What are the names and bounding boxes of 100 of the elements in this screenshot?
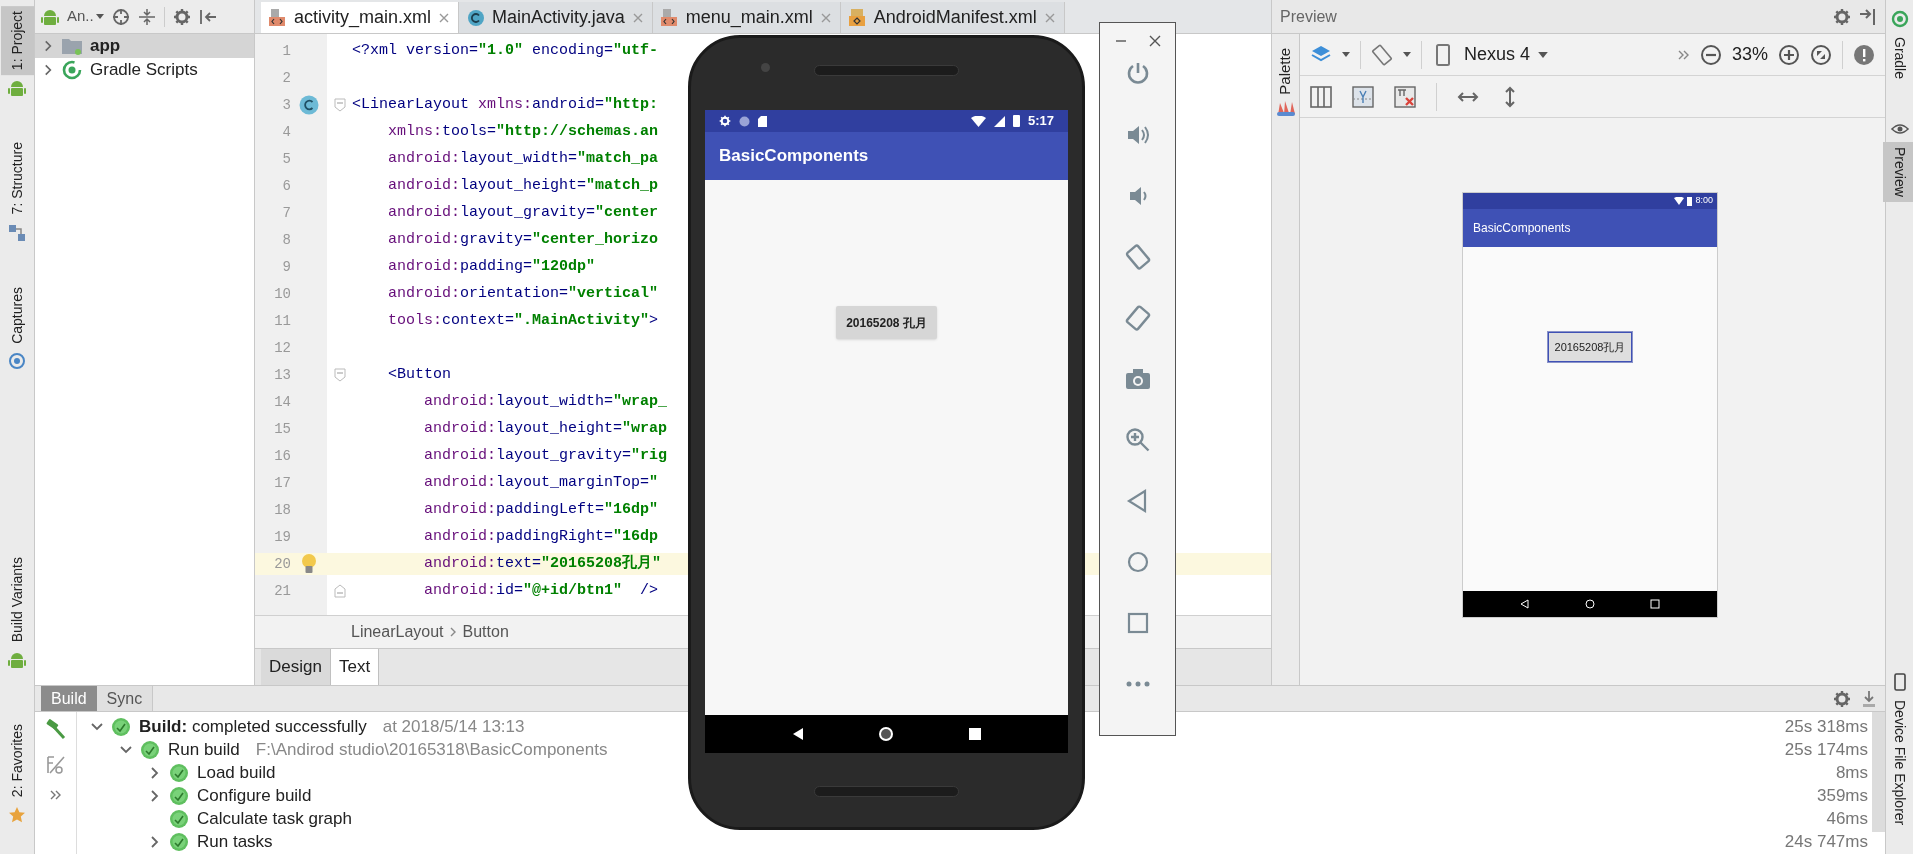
chevron-icon[interactable] bbox=[149, 835, 161, 848]
breadcrumb-item[interactable]: LinearLayout bbox=[351, 620, 444, 644]
editor-tab[interactable]: MainActivity.java bbox=[459, 2, 653, 33]
breadcrumb-item[interactable]: Button bbox=[462, 620, 509, 644]
sd-card-icon bbox=[758, 115, 767, 127]
panel-tab[interactable]: Sync bbox=[96, 686, 154, 711]
clear-constraints-icon[interactable] bbox=[1394, 85, 1416, 108]
overflow-icon[interactable] bbox=[1677, 49, 1690, 60]
tool-window-tab[interactable]: 1: Project bbox=[0, 6, 34, 76]
editor-tab[interactable]: activity_main.xml bbox=[261, 2, 460, 33]
tool-window-tab[interactable]: Build Variants bbox=[0, 551, 34, 647]
tool-window-tab[interactable]: 2: Favorites bbox=[0, 718, 34, 802]
zoom-in-icon[interactable] bbox=[1778, 43, 1800, 66]
expand-icon[interactable] bbox=[49, 790, 62, 800]
tree-item[interactable]: Gradle Scripts bbox=[90, 57, 198, 83]
rotate-left-icon[interactable] bbox=[1124, 244, 1151, 270]
chevron-icon[interactable] bbox=[43, 40, 54, 52]
close-icon[interactable] bbox=[438, 11, 451, 24]
tree-item[interactable]: app bbox=[90, 33, 121, 59]
chevron-icon[interactable] bbox=[149, 789, 161, 802]
recents-icon[interactable] bbox=[968, 728, 981, 740]
build-step-detail: F:\Andirod studio\20165318\BasicComponents bbox=[255, 738, 608, 761]
hide-panel-icon[interactable] bbox=[1859, 7, 1877, 26]
ok-icon bbox=[169, 808, 189, 829]
code-line: tools:context=".MainActivity"> bbox=[387, 310, 659, 331]
duration: 46ms bbox=[1826, 807, 1868, 830]
chevron-icon bbox=[449, 627, 457, 637]
format-icon[interactable] bbox=[44, 754, 67, 776]
back-icon bbox=[1520, 599, 1531, 609]
line-number: 13 bbox=[274, 365, 291, 385]
dropdown-icon[interactable] bbox=[1342, 52, 1350, 57]
file-icon bbox=[848, 8, 867, 27]
selected-row[interactable]: app bbox=[35, 34, 254, 58]
tool-window-tab[interactable]: Gradle bbox=[1883, 32, 1913, 85]
file-icon bbox=[660, 8, 679, 27]
code-line: android:padding="120dp" bbox=[387, 256, 596, 277]
editor-mode-tab[interactable]: Text bbox=[330, 649, 380, 685]
warning-icon[interactable] bbox=[1853, 43, 1875, 66]
back-icon[interactable] bbox=[792, 727, 805, 741]
tool-icon bbox=[8, 352, 26, 371]
app-button[interactable]: 20165208 孔月 bbox=[836, 306, 937, 339]
home-icon[interactable] bbox=[878, 726, 895, 742]
battery-icon bbox=[1687, 196, 1693, 206]
device-dropdown[interactable]: Nexus 4 bbox=[1464, 41, 1549, 68]
tool-window-tab[interactable]: Palette bbox=[1274, 48, 1297, 95]
editor-mode-tab[interactable]: Design bbox=[261, 649, 331, 685]
tool-icon bbox=[8, 79, 26, 98]
collapse-icon[interactable] bbox=[137, 7, 156, 26]
status-time: 5:17 bbox=[1027, 112, 1054, 131]
tool-window-tab[interactable]: Device File Explorer bbox=[1883, 694, 1913, 830]
build-step-detail: at 2018/5/14 13:13 bbox=[382, 715, 525, 738]
close-icon[interactable] bbox=[1148, 35, 1161, 47]
caret-icon bbox=[95, 14, 104, 19]
class-icon[interactable] bbox=[299, 95, 319, 115]
line-number: 5 bbox=[282, 149, 291, 169]
chevron-icon[interactable] bbox=[43, 64, 54, 76]
baseline-icon[interactable] bbox=[1352, 85, 1374, 108]
settings-icon[interactable] bbox=[172, 7, 191, 26]
code-line: android:layout_gravity="center bbox=[387, 202, 659, 223]
hammer-icon[interactable] bbox=[44, 718, 67, 740]
zoom-icon[interactable] bbox=[1124, 427, 1151, 453]
chevron-icon[interactable] bbox=[120, 743, 132, 756]
duration: 24s 747ms bbox=[1784, 830, 1868, 853]
line-number: 3 bbox=[282, 95, 291, 115]
line-number: 20 bbox=[274, 554, 291, 574]
editor-tab[interactable]: menu_main.xml bbox=[652, 2, 841, 33]
chevron-icon[interactable] bbox=[91, 720, 103, 733]
zoom-out-icon[interactable] bbox=[1699, 43, 1722, 66]
gradle-icon bbox=[1890, 10, 1909, 28]
code-line: android:id="@+id/btn1" /> bbox=[423, 580, 659, 601]
line-number: 18 bbox=[274, 500, 291, 520]
rotate-right-icon[interactable] bbox=[1124, 305, 1151, 331]
tool-window-tab[interactable]: Preview bbox=[1883, 142, 1913, 202]
hide-panel-icon[interactable] bbox=[198, 7, 217, 26]
dropdown-icon[interactable] bbox=[1403, 52, 1411, 57]
target-icon[interactable] bbox=[111, 7, 130, 26]
file-icon bbox=[269, 8, 287, 27]
editor-tab[interactable]: AndroidManifest.xml bbox=[840, 2, 1065, 33]
button-preview[interactable]: 20165208孔月 bbox=[1547, 332, 1633, 362]
line-number: 21 bbox=[274, 581, 291, 601]
columns-icon[interactable] bbox=[1310, 85, 1332, 108]
code-line: android:layout_height="match_p bbox=[387, 175, 659, 196]
rotate-icon[interactable] bbox=[1371, 43, 1393, 66]
ok-icon bbox=[169, 785, 189, 806]
tool-window-tab[interactable]: 7: Structure bbox=[0, 137, 34, 220]
download-icon[interactable] bbox=[1861, 689, 1877, 708]
zoom-fit-icon[interactable] bbox=[1810, 43, 1832, 66]
code-line: android:layout_marginTop=" bbox=[423, 472, 659, 493]
settings-icon[interactable] bbox=[1833, 689, 1851, 708]
dot-icon bbox=[739, 115, 750, 127]
tool-window-tab[interactable]: Captures bbox=[0, 281, 34, 349]
view-dropdown[interactable]: An.. bbox=[67, 5, 104, 28]
scrollbar[interactable] bbox=[1872, 712, 1885, 832]
duration: 8ms bbox=[1835, 761, 1868, 784]
lightbulb-icon[interactable] bbox=[300, 553, 318, 575]
camera-icon[interactable] bbox=[1124, 366, 1151, 392]
chevron-icon[interactable] bbox=[149, 766, 161, 779]
settings-icon[interactable] bbox=[1833, 7, 1851, 26]
ok-icon bbox=[111, 716, 131, 737]
code-line: android:layout_height="wrap bbox=[423, 418, 668, 439]
